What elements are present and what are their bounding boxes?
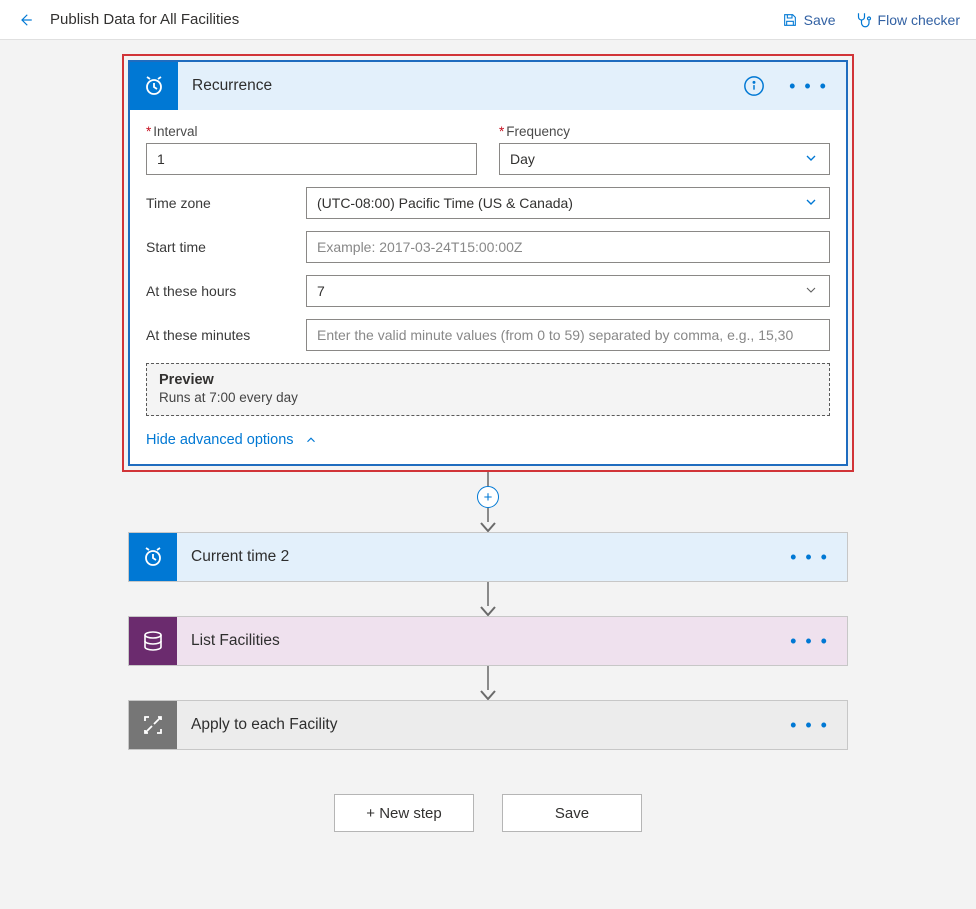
connector bbox=[480, 666, 496, 700]
chevron-down-icon bbox=[803, 282, 819, 301]
flow-checker-label: Flow checker bbox=[878, 12, 960, 28]
flow-canvas: Recurrence • • • *Interval *Frequency Da… bbox=[0, 40, 976, 862]
bottom-actions: + New step Save bbox=[334, 794, 642, 832]
list-facilities-header[interactable]: List Facilities • • • bbox=[129, 617, 847, 665]
arrow-down-icon bbox=[480, 606, 496, 616]
flow-checker-button[interactable]: Flow checker bbox=[854, 11, 960, 29]
current-time-title: Current time 2 bbox=[177, 548, 772, 566]
back-button[interactable] bbox=[16, 11, 34, 29]
apply-each-menu[interactable]: • • • bbox=[772, 715, 847, 736]
recurrence-title: Recurrence bbox=[178, 77, 743, 95]
recurrence-body: *Interval *Frequency Day T bbox=[130, 110, 846, 464]
list-facilities-title: List Facilities bbox=[177, 632, 772, 650]
list-facilities-menu[interactable]: • • • bbox=[772, 631, 847, 652]
hours-label: At these hours bbox=[146, 283, 306, 299]
preview-text: Runs at 7:00 every day bbox=[159, 390, 817, 405]
minutes-label: At these minutes bbox=[146, 327, 306, 343]
add-step-button[interactable]: + bbox=[477, 486, 499, 508]
start-time-label: Start time bbox=[146, 239, 306, 255]
timezone-select[interactable]: (UTC-08:00) Pacific Time (US & Canada) bbox=[306, 187, 830, 219]
hours-value: 7 bbox=[317, 283, 325, 299]
clock-alarm-icon bbox=[129, 533, 177, 581]
current-time-menu[interactable]: • • • bbox=[772, 547, 847, 568]
save-icon bbox=[782, 12, 798, 28]
apply-each-card[interactable]: Apply to each Facility • • • bbox=[128, 700, 848, 750]
arrow-left-icon bbox=[16, 11, 34, 29]
apply-each-title: Apply to each Facility bbox=[177, 716, 772, 734]
new-step-button[interactable]: + New step bbox=[334, 794, 474, 832]
chevron-down-icon bbox=[803, 150, 819, 169]
hide-advanced-label: Hide advanced options bbox=[146, 432, 294, 448]
minutes-input[interactable] bbox=[306, 319, 830, 351]
top-actions: Save Flow checker bbox=[782, 11, 960, 29]
preview-box: Preview Runs at 7:00 every day bbox=[146, 363, 830, 416]
top-bar: Publish Data for All Facilities Save Flo… bbox=[0, 0, 976, 40]
frequency-label: *Frequency bbox=[499, 124, 830, 139]
arrow-down-icon bbox=[480, 690, 496, 700]
save-button[interactable]: Save bbox=[782, 12, 836, 28]
loop-icon bbox=[129, 701, 177, 749]
recurrence-card[interactable]: Recurrence • • • *Interval *Frequency Da… bbox=[128, 60, 848, 466]
save-step-button[interactable]: Save bbox=[502, 794, 642, 832]
connector-add: + bbox=[477, 472, 499, 532]
frequency-select[interactable]: Day bbox=[499, 143, 830, 175]
hide-advanced-link[interactable]: Hide advanced options bbox=[146, 432, 318, 448]
save-label: Save bbox=[804, 12, 836, 28]
connector bbox=[480, 582, 496, 616]
recurrence-menu[interactable]: • • • bbox=[771, 76, 846, 97]
recurrence-header[interactable]: Recurrence • • • bbox=[130, 62, 846, 110]
interval-input[interactable] bbox=[146, 143, 477, 175]
chevron-down-icon bbox=[803, 194, 819, 213]
clock-alarm-icon bbox=[130, 62, 178, 110]
stethoscope-icon bbox=[854, 11, 872, 29]
interval-label: *Interval bbox=[146, 124, 477, 139]
apply-each-header[interactable]: Apply to each Facility • • • bbox=[129, 701, 847, 749]
start-time-input[interactable] bbox=[306, 231, 830, 263]
preview-title: Preview bbox=[159, 372, 817, 388]
info-icon[interactable] bbox=[743, 75, 765, 97]
current-time-card[interactable]: Current time 2 • • • bbox=[128, 532, 848, 582]
frequency-value: Day bbox=[510, 151, 535, 167]
hours-select[interactable]: 7 bbox=[306, 275, 830, 307]
chevron-up-icon bbox=[304, 433, 318, 447]
database-icon bbox=[129, 617, 177, 665]
arrow-down-icon bbox=[480, 522, 496, 532]
highlight-box: Recurrence • • • *Interval *Frequency Da… bbox=[122, 54, 854, 472]
list-facilities-card[interactable]: List Facilities • • • bbox=[128, 616, 848, 666]
timezone-label: Time zone bbox=[146, 195, 306, 211]
page-title: Publish Data for All Facilities bbox=[50, 11, 782, 28]
timezone-value: (UTC-08:00) Pacific Time (US & Canada) bbox=[317, 195, 573, 211]
current-time-header[interactable]: Current time 2 • • • bbox=[129, 533, 847, 581]
